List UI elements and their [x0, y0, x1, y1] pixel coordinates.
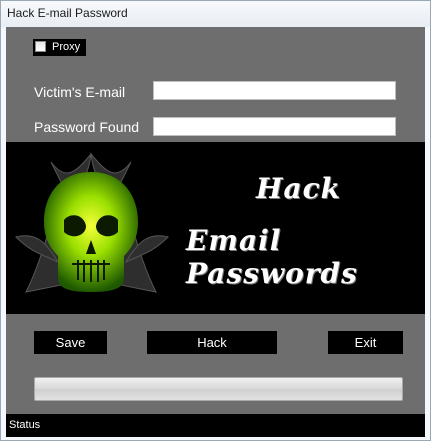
- hack-button[interactable]: Hack: [147, 331, 277, 354]
- status-bar: Status: [6, 414, 425, 437]
- save-button[interactable]: Save: [34, 331, 107, 354]
- banner-title-line2: Email Passwords: [186, 224, 358, 290]
- title-bar[interactable]: Hack E-mail Password: [1, 1, 430, 27]
- password-label: Password Found: [34, 119, 140, 135]
- exit-button[interactable]: Exit: [328, 331, 403, 354]
- password-field[interactable]: [153, 117, 396, 136]
- banner-image: Hack Email Passwords: [6, 142, 425, 314]
- email-label: Victim's E-mail: [34, 84, 126, 100]
- app-window: Hack E-mail Password Proxy Victim's E-ma…: [0, 0, 431, 441]
- client-area: Proxy Victim's E-mail Password Found Hac…: [6, 27, 425, 437]
- checkbox-icon[interactable]: [35, 41, 46, 52]
- proxy-label: Proxy: [52, 41, 81, 53]
- window-title: Hack E-mail Password: [7, 6, 128, 20]
- proxy-checkbox[interactable]: Proxy: [33, 39, 86, 56]
- status-text: Status: [9, 419, 41, 431]
- email-field[interactable]: [153, 81, 396, 100]
- banner-title-line1: Hack: [256, 172, 342, 205]
- progress-bar: [34, 377, 403, 401]
